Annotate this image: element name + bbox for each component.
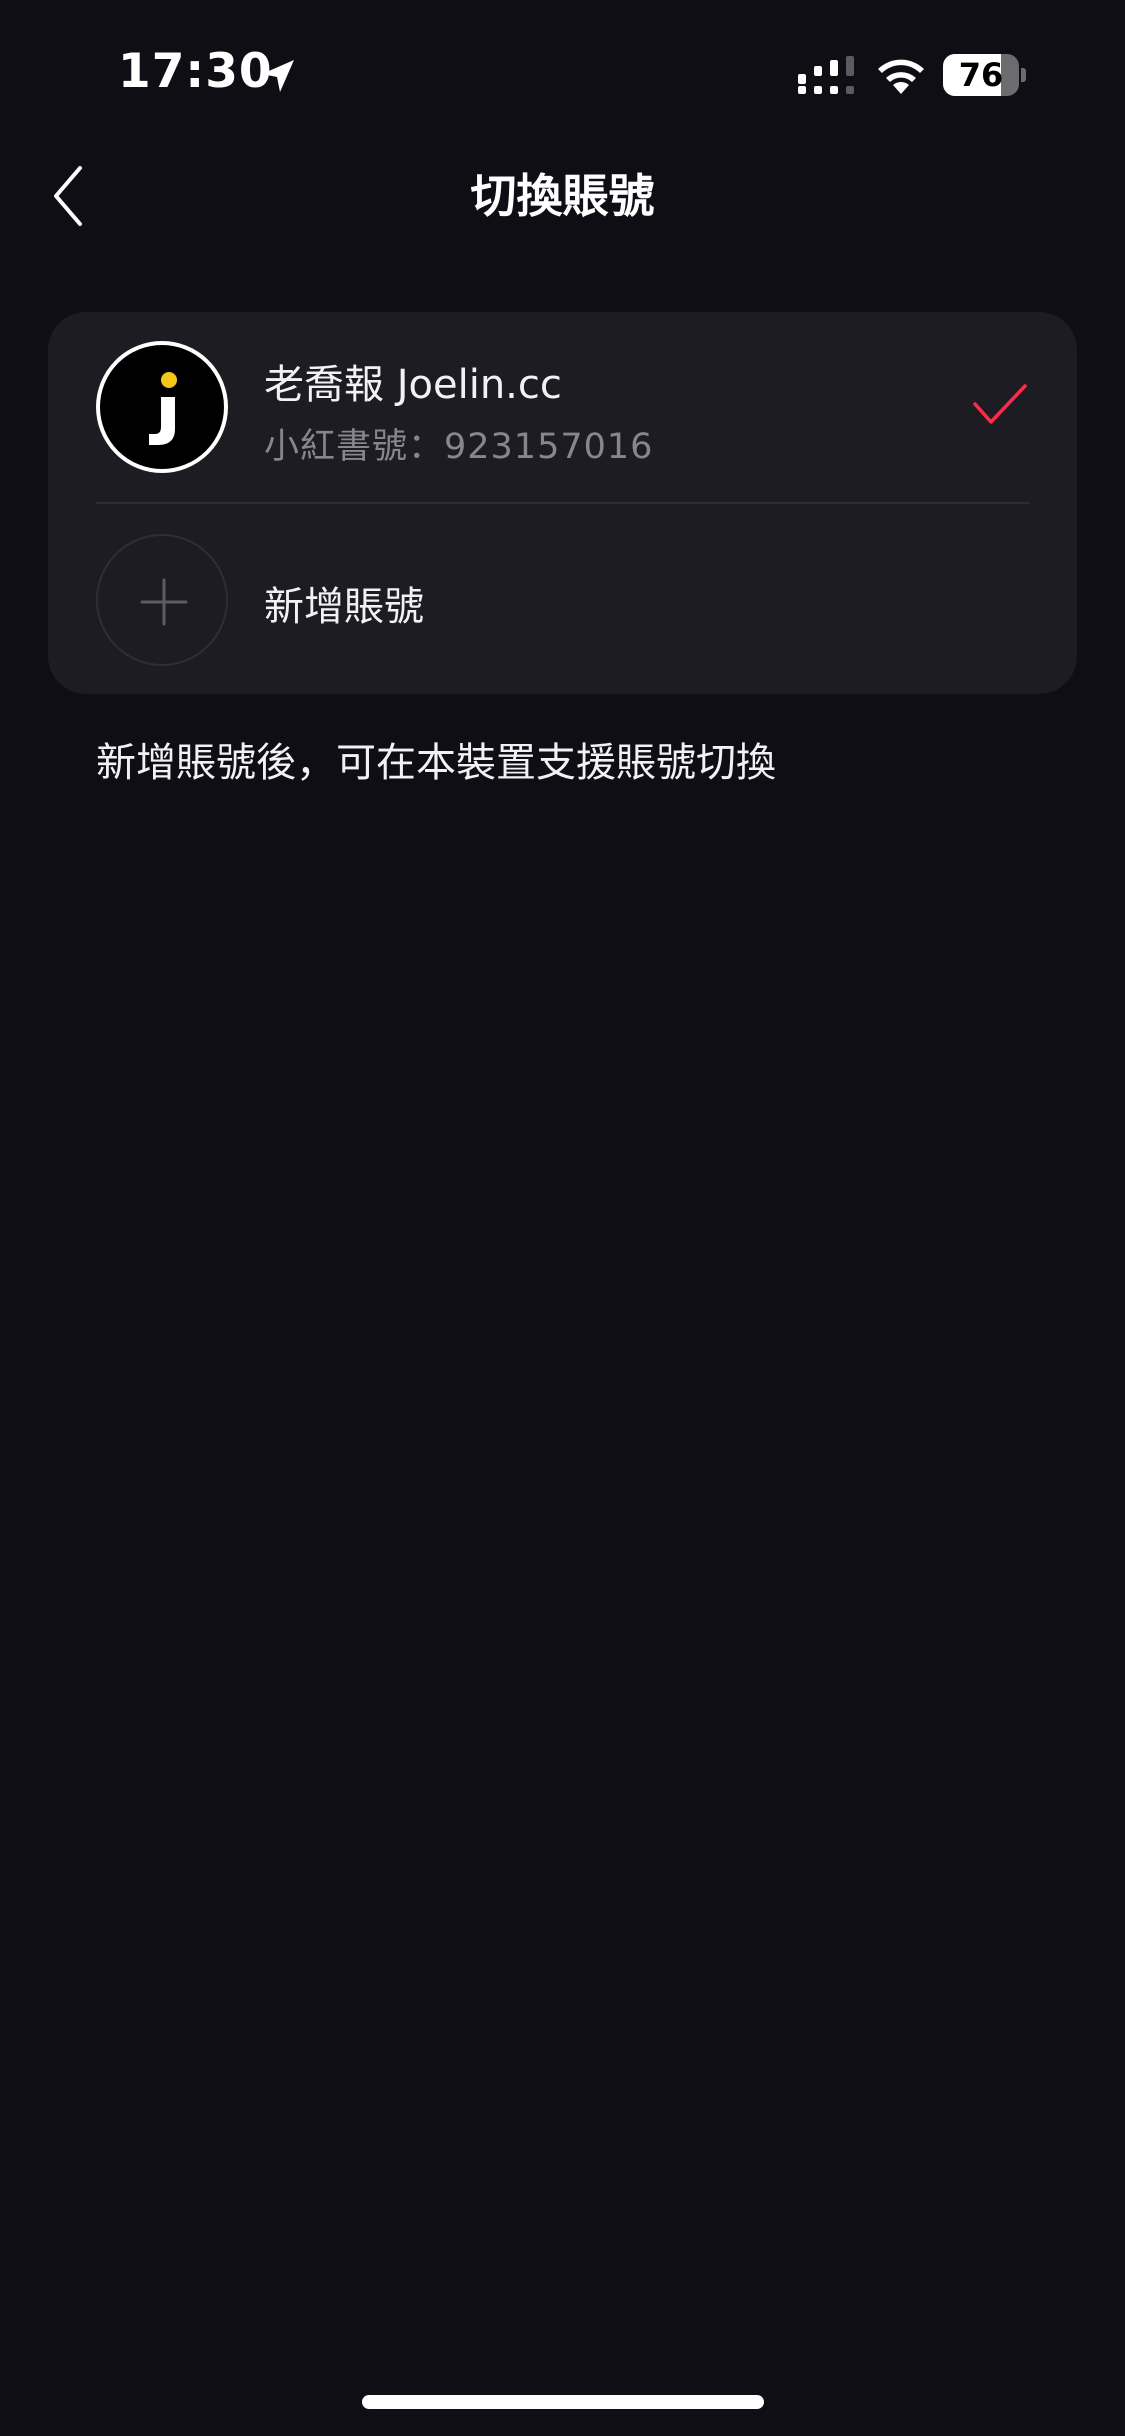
add-account-circle [96, 534, 228, 666]
status-bar: 17:30 76 [0, 0, 1125, 150]
home-indicator[interactable] [362, 2395, 764, 2409]
status-time: 17:30 [118, 44, 273, 99]
check-icon [973, 384, 1027, 424]
avatar-logo-icon [149, 372, 177, 445]
battery-cap [1021, 68, 1026, 82]
account-name: 老喬報 Joelin.cc [264, 362, 562, 408]
battery-body: 76 [943, 54, 1019, 96]
add-account-button[interactable]: 新增賬號 [48, 504, 1077, 694]
add-account-label: 新增賬號 [264, 584, 424, 630]
accounts-card: 老喬報 Joelin.cc 小紅書號：923157016 新增賬號 [48, 312, 1077, 694]
avatar [96, 341, 228, 473]
account-id: 小紅書號：923157016 [264, 427, 654, 467]
location-arrow-icon [262, 60, 294, 92]
account-row[interactable]: 老喬報 Joelin.cc 小紅書號：923157016 [48, 312, 1077, 502]
wifi-icon [878, 59, 924, 94]
battery-level: 76 [958, 56, 1004, 94]
battery-icon: 76 [943, 54, 1027, 96]
plus-icon [140, 578, 188, 626]
hint-text: 新增賬號後，可在本裝置支援賬號切換 [96, 740, 776, 786]
page-title: 切換賬號 [470, 169, 655, 223]
cellular-signal-icon [798, 56, 854, 94]
